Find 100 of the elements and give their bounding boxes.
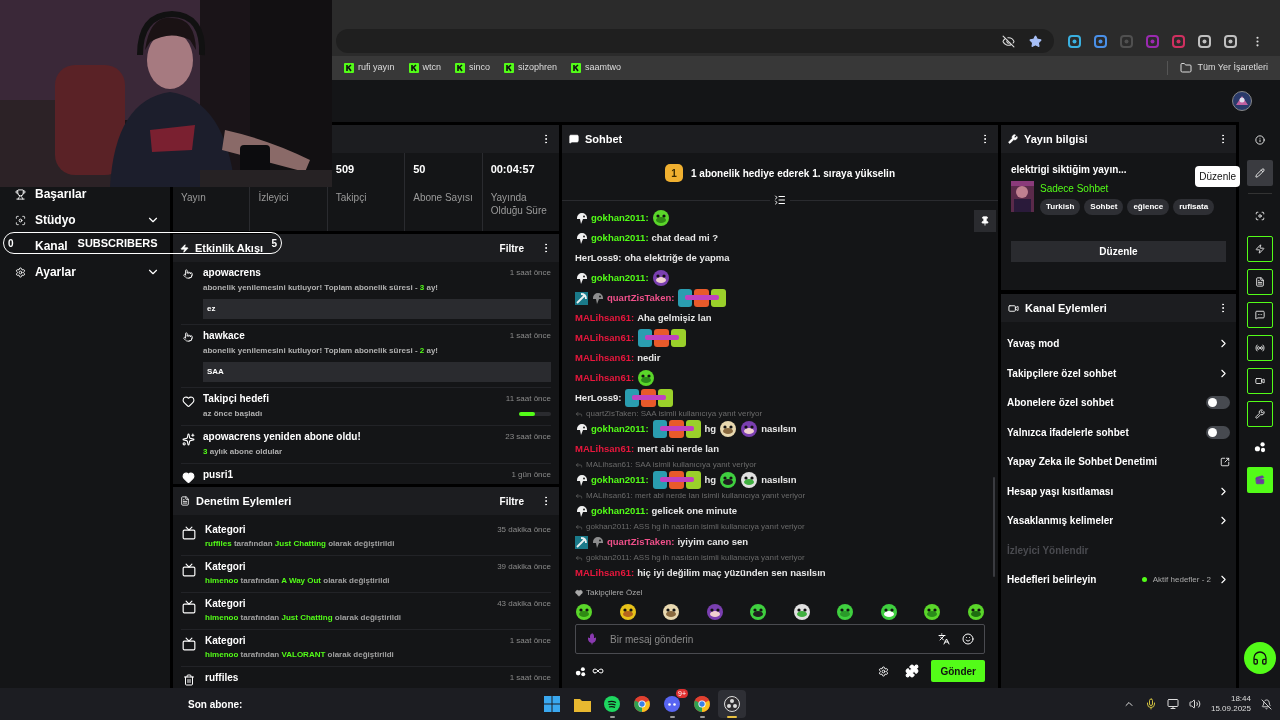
rail-button[interactable] xyxy=(1246,467,1273,493)
recorder-icon[interactable] xyxy=(724,696,740,712)
volume-icon[interactable] xyxy=(1188,698,1201,710)
message-input[interactable]: Bir mesaj gönderin xyxy=(575,624,985,654)
clock[interactable]: 18:44 15.09.2025 xyxy=(1210,694,1251,714)
timestamp: 1 saat önce xyxy=(509,267,551,279)
extension-icon[interactable] xyxy=(1094,34,1107,48)
emote-button[interactable] xyxy=(705,603,724,621)
browser-icon[interactable] xyxy=(694,696,710,712)
monitor-icon[interactable] xyxy=(1166,698,1179,710)
bookmark[interactable]: sinco xyxy=(455,61,491,75)
activity-title: pusri1 xyxy=(203,469,233,481)
focus-icon xyxy=(14,214,26,226)
bookmark[interactable]: saamtwo xyxy=(571,61,622,75)
chat-app-icon[interactable] xyxy=(664,696,680,712)
chat-username[interactable]: gokhan2011: xyxy=(591,472,649,488)
support-button[interactable] xyxy=(1243,642,1276,674)
chat-username[interactable]: gokhan2011: xyxy=(591,270,649,286)
tag[interactable]: Turkish xyxy=(1040,199,1081,215)
trash-icon xyxy=(183,674,195,686)
rail-button[interactable] xyxy=(1246,160,1273,186)
sidebar-item[interactable]: Stüdyo xyxy=(14,211,160,229)
channel-action[interactable]: Yapay Zeka ile Sohbet Denetimi xyxy=(1007,447,1230,477)
chat-username[interactable]: MALihsan61: xyxy=(575,330,635,346)
channel-action[interactable]: Takipçilere özel sohbet xyxy=(1007,358,1230,388)
emote-button[interactable] xyxy=(879,603,898,621)
emote-section-title: Takipçilere Özel xyxy=(586,587,643,599)
chat-username[interactable]: MALihsan61: xyxy=(575,370,635,386)
edit-button[interactable]: Düzenle xyxy=(1011,241,1226,262)
emote-button[interactable] xyxy=(923,603,942,621)
chat-username[interactable]: gokhan2011: xyxy=(591,503,649,519)
emote-button[interactable] xyxy=(618,603,637,621)
sidebar-item[interactable]: Ayarlar xyxy=(14,263,160,281)
rail-button[interactable] xyxy=(1246,335,1273,361)
settings-icon[interactable] xyxy=(878,665,890,677)
channel-action[interactable]: Abonelere özel sohbet xyxy=(1007,388,1230,418)
rail-button[interactable] xyxy=(1246,302,1273,328)
eye-off-icon[interactable] xyxy=(1002,34,1015,48)
chat-username[interactable]: MALihsan61: xyxy=(575,565,635,581)
toggle-switch[interactable] xyxy=(1206,425,1230,439)
translate-icon[interactable] xyxy=(938,633,950,645)
smile-icon[interactable] xyxy=(962,633,974,645)
chat-username[interactable]: HerLoss9: xyxy=(575,390,622,406)
emote-icon xyxy=(719,471,738,489)
rail-button[interactable] xyxy=(1246,401,1273,427)
chat-username[interactable]: gokhan2011: xyxy=(591,421,649,437)
microphone-icon[interactable] xyxy=(1144,698,1157,710)
emote-button[interactable] xyxy=(662,603,681,621)
emote-button[interactable] xyxy=(966,603,985,621)
chat-username[interactable]: HerLoss9: xyxy=(575,250,622,266)
avatar[interactable] xyxy=(1232,91,1252,111)
chat-username[interactable]: MALihsan61: xyxy=(575,310,635,326)
music-app-icon[interactable] xyxy=(604,696,620,712)
sidebar-item[interactable]: Başarılar xyxy=(14,185,87,203)
emote-button[interactable] xyxy=(836,603,855,621)
ghost-badge-icon xyxy=(575,473,588,487)
collapse-icon[interactable] xyxy=(774,194,786,206)
all-bookmarks[interactable]: Tüm Yer İşaretleri xyxy=(1167,61,1268,75)
rail-button[interactable] xyxy=(1246,269,1273,295)
filter-button[interactable]: Filtre xyxy=(499,240,524,256)
chat-username[interactable]: quartZisTaken: xyxy=(607,290,675,306)
extension-icon[interactable] xyxy=(1068,34,1081,48)
stat-value: 00:04:57 xyxy=(490,162,536,175)
channel-action[interactable]: Hedefleri belirleyin Aktif hedefler - 2 xyxy=(1007,565,1230,595)
emote-button[interactable] xyxy=(792,603,811,621)
filter-button[interactable]: Filtre xyxy=(499,493,524,509)
emote-icon xyxy=(651,209,670,227)
channel-action[interactable]: Yavaş mod xyxy=(1007,329,1230,359)
tag[interactable]: rufisata xyxy=(1173,199,1215,215)
channel-action[interactable]: Hesap yaşı kısıtlaması xyxy=(1007,476,1230,506)
channel-action[interactable]: Yasaklanmış kelimeler xyxy=(1007,506,1230,536)
rail-button[interactable] xyxy=(1246,368,1273,394)
toggle-switch[interactable] xyxy=(1206,396,1230,410)
bookmark[interactable]: sizophren xyxy=(504,61,558,75)
timestamp: 23 saat önce xyxy=(505,431,551,443)
tag[interactable]: Sohbet xyxy=(1084,199,1124,215)
chat-username[interactable]: gokhan2011: xyxy=(591,210,649,226)
chat-username[interactable]: quartZisTaken: xyxy=(607,534,675,550)
extension-icon[interactable] xyxy=(1224,34,1237,48)
send-button[interactable]: Gönder xyxy=(931,660,985,682)
star-icon[interactable] xyxy=(1029,34,1042,48)
bookmark[interactable]: rufi yayın xyxy=(344,61,395,75)
bookmark[interactable]: wtcn xyxy=(408,61,442,75)
extension-icon[interactable] xyxy=(1198,34,1211,48)
puzzle-icon[interactable] xyxy=(905,664,920,678)
chat-username[interactable]: gokhan2011: xyxy=(591,230,649,246)
folder-icon[interactable] xyxy=(573,696,591,712)
sidebar-item[interactable]: Kanal xyxy=(14,237,68,255)
bell-icon[interactable] xyxy=(1261,698,1272,710)
chat-username[interactable]: MALihsan61: xyxy=(575,350,635,366)
rail-button[interactable] xyxy=(1246,236,1273,262)
browser-icon[interactable] xyxy=(634,696,650,712)
tag[interactable]: eğlence xyxy=(1127,199,1170,215)
pin-button[interactable] xyxy=(974,210,996,232)
infinity-icon[interactable] xyxy=(592,665,604,677)
emote-button[interactable] xyxy=(575,603,593,621)
taskbar-button[interactable] xyxy=(718,690,746,718)
channel-action[interactable]: Yalnızca ifadelerle sohbet xyxy=(1007,417,1230,447)
chat-username[interactable]: MALihsan61: xyxy=(575,441,635,457)
emote-button[interactable] xyxy=(749,603,768,621)
